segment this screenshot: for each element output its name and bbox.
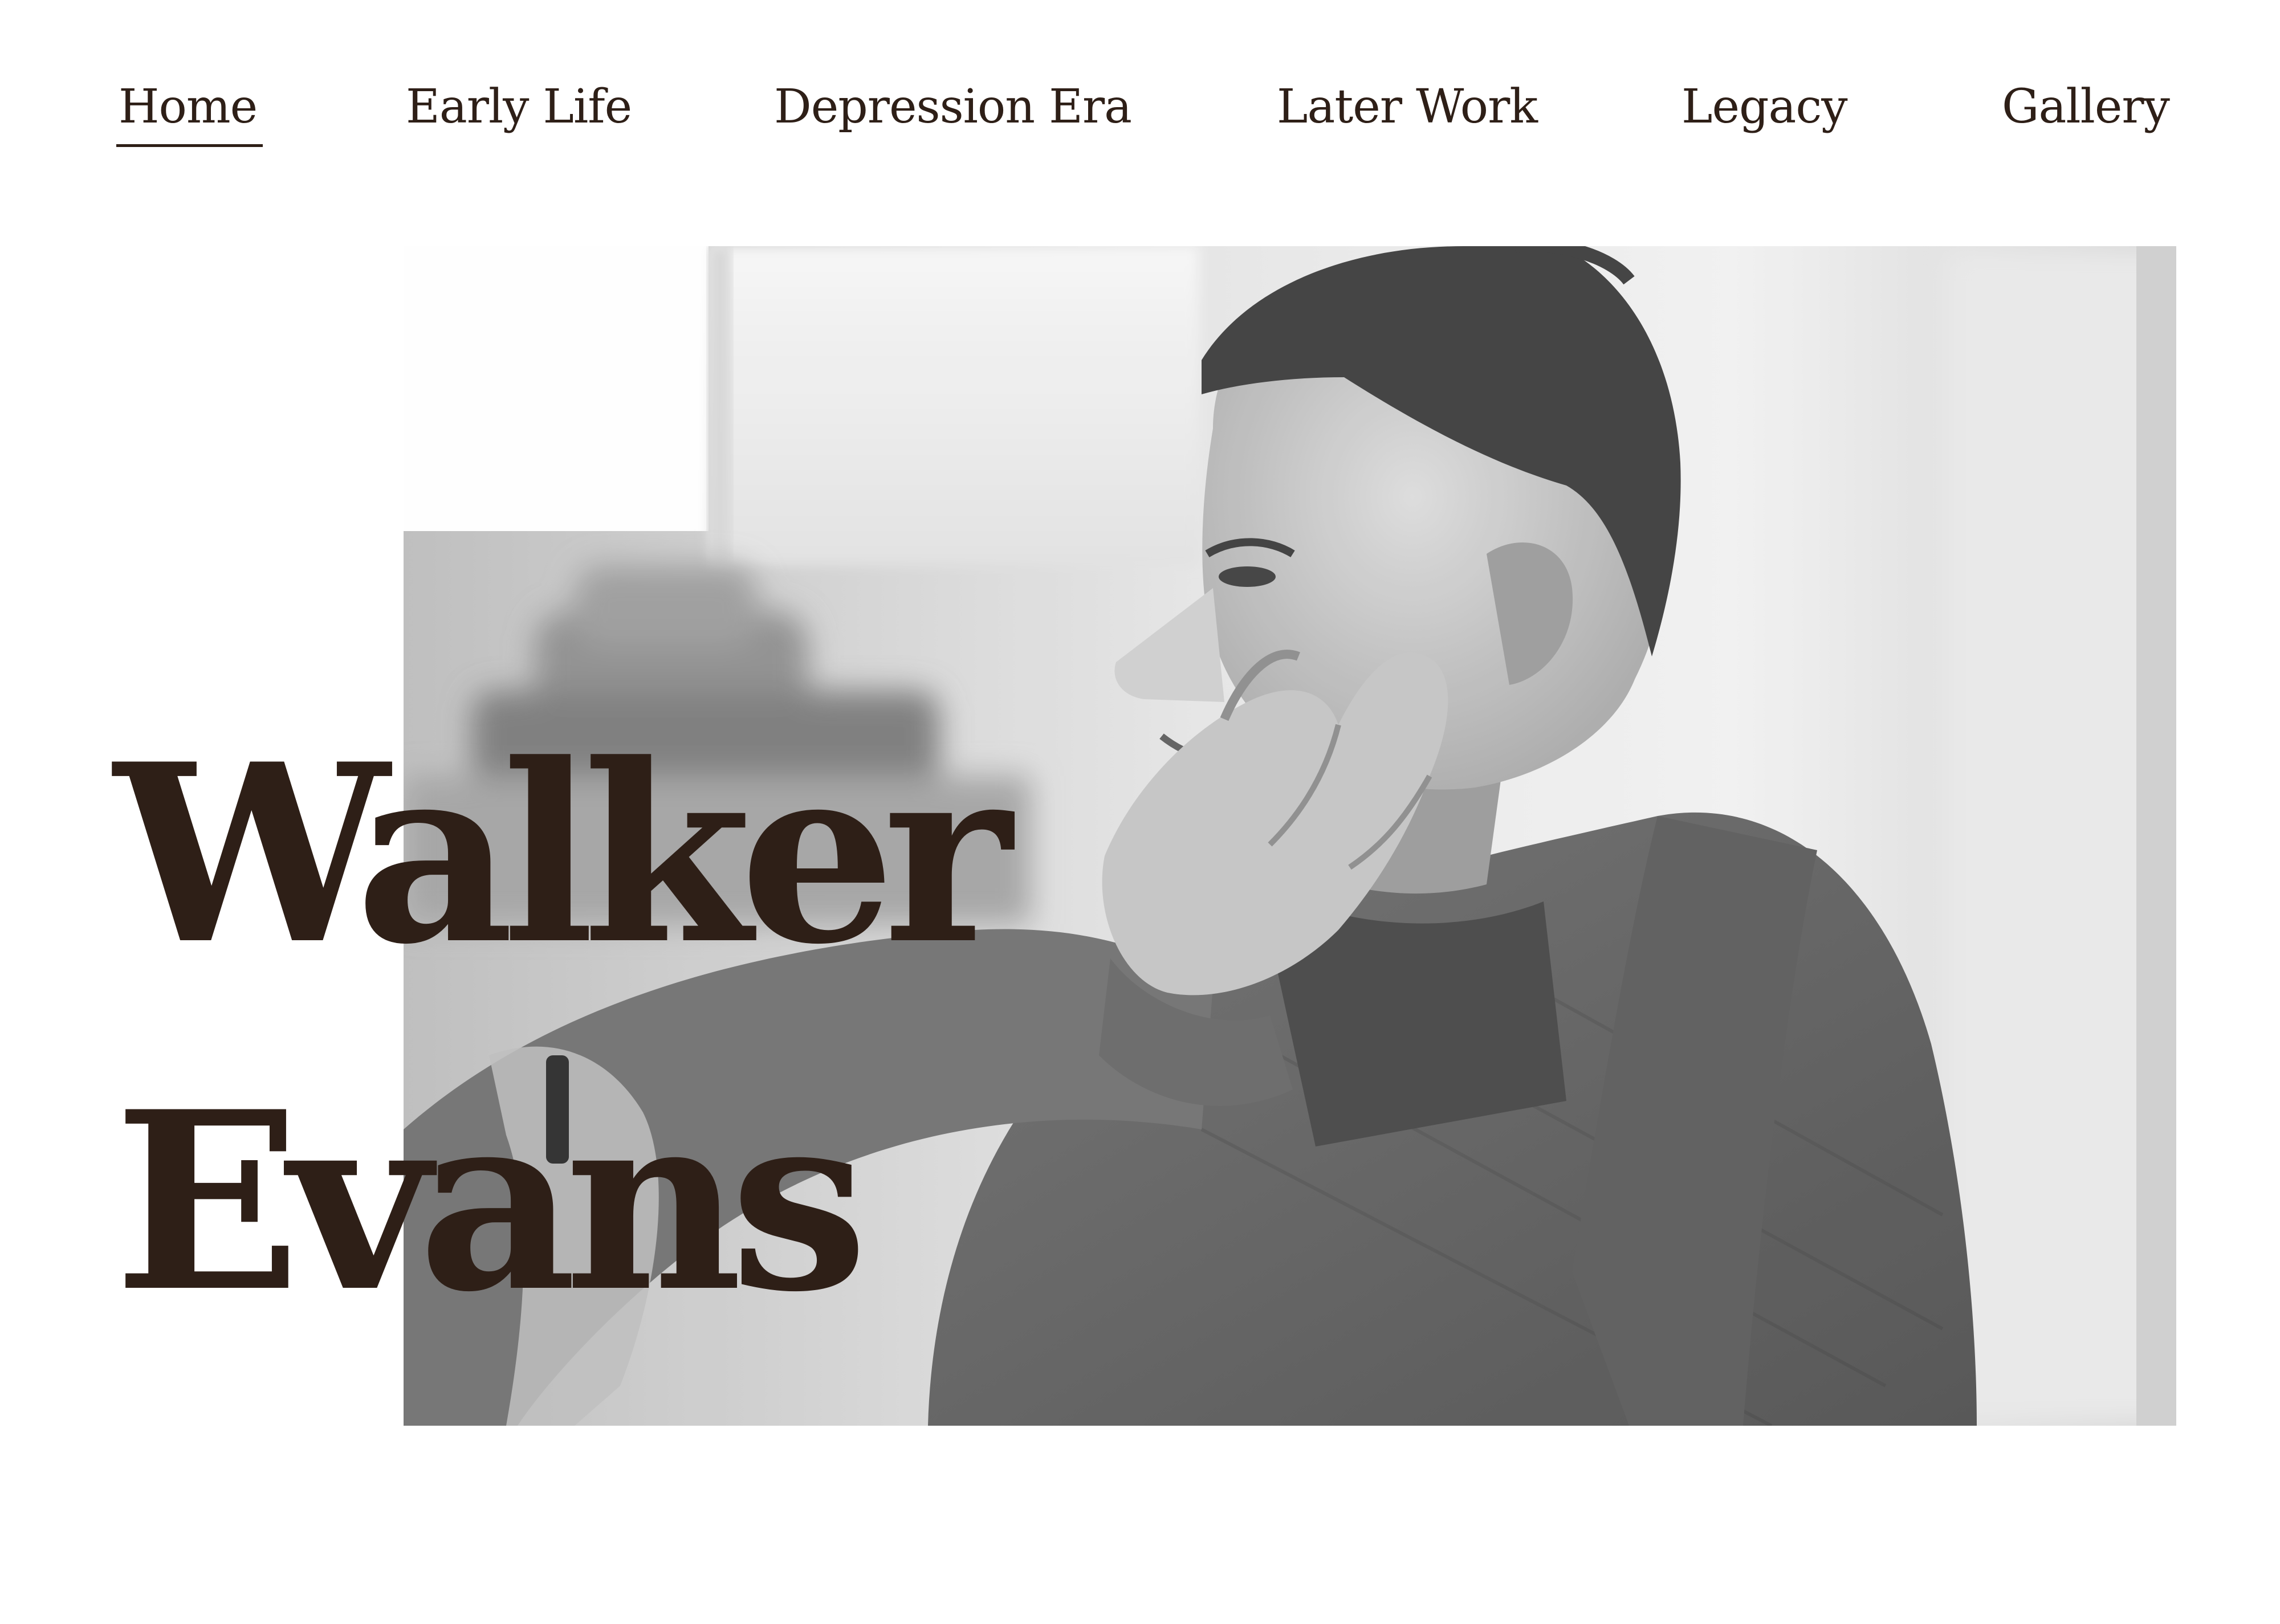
- nav-item-legacy[interactable]: Legacy: [1681, 79, 1848, 136]
- nav-item-depression-era[interactable]: Depression Era: [774, 79, 1132, 136]
- nav-item-gallery[interactable]: Gallery: [2002, 79, 2170, 136]
- hero-title-first-name: Walker: [114, 711, 1012, 998]
- nav-item-later-work[interactable]: Later Work: [1277, 79, 1538, 136]
- nav-item-home[interactable]: Home: [116, 79, 263, 147]
- hero-title-last-name: Evans: [114, 1058, 868, 1346]
- main-navigation: Home Early Life Depression Era Later Wor…: [0, 79, 2280, 147]
- nav-item-early-life[interactable]: Early Life: [406, 79, 632, 136]
